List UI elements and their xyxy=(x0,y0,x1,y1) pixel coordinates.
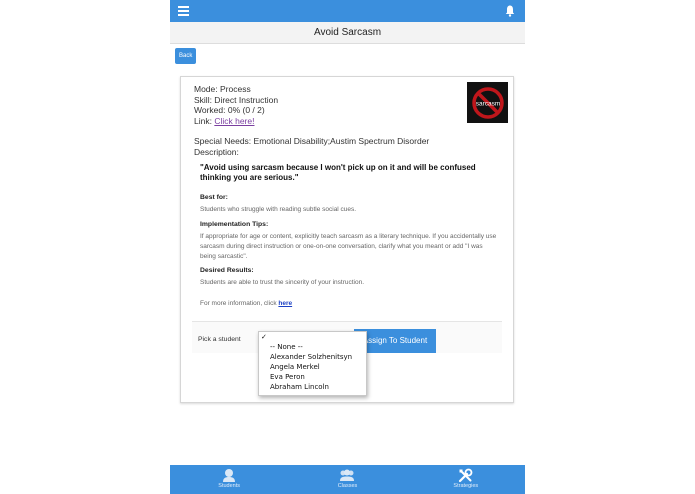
description-label: Description: xyxy=(194,146,239,157)
nav-classes-label: Classes xyxy=(337,483,358,489)
no-sarcasm-icon: sarcasm xyxy=(471,86,504,119)
student-option[interactable]: Eva Peron xyxy=(259,372,366,382)
special-needs-text: Special Needs: Emotional Disability;Aust… xyxy=(194,136,430,146)
more-info-row: For more information, click here xyxy=(200,299,500,309)
desired-results-heading: Desired Results: xyxy=(200,267,254,274)
mode-text: Mode: Process xyxy=(194,84,251,94)
thumbnail-text: sarcasm xyxy=(475,100,500,107)
nav-strategies[interactable]: Strategies xyxy=(426,465,506,494)
more-info-text: For more information, click xyxy=(200,300,279,307)
student-option[interactable]: Abraham Lincoln xyxy=(259,382,366,392)
student-icon xyxy=(223,469,236,482)
bell-icon[interactable] xyxy=(505,5,515,17)
strategy-quote: "Avoid using sarcasm because I won't pic… xyxy=(200,163,476,182)
implementation-heading: Implementation Tips: xyxy=(200,221,269,228)
nav-students[interactable]: Students xyxy=(189,465,269,494)
classes-icon xyxy=(340,469,355,481)
nav-strategies-label: Strategies xyxy=(453,483,479,489)
desired-results-text: Students are able to trust the sincerity… xyxy=(200,279,365,286)
strategy-meta: Mode: Process Skill: Direct Instruction … xyxy=(194,84,278,126)
best-for-heading: Best for: xyxy=(200,194,228,201)
student-option[interactable]: Alexander Solzhenitsyn xyxy=(259,352,366,362)
needs-block: Special Needs: Emotional Disability;Aust… xyxy=(194,136,504,157)
strategy-card: Mode: Process Skill: Direct Instruction … xyxy=(180,76,514,403)
page-title: Avoid Sarcasm xyxy=(170,22,525,44)
best-for-text: Students who struggle with reading subtl… xyxy=(200,206,357,213)
selected-checkmark: ✓ xyxy=(261,333,267,341)
app-frame: Avoid Sarcasm Back Mode: Process Skill: … xyxy=(170,0,525,494)
bottom-nav: Students Classes Strategies xyxy=(170,465,525,494)
student-option[interactable]: Angela Merkel xyxy=(259,362,366,372)
worked-text: Worked: 0% (0 / 2) xyxy=(194,105,265,115)
back-button[interactable]: Back xyxy=(175,48,197,64)
link-row: Link: Click here! xyxy=(194,116,278,127)
more-info-link[interactable]: here xyxy=(278,300,292,307)
nav-classes[interactable]: Classes xyxy=(307,465,387,494)
top-bar xyxy=(170,0,525,22)
student-select-dropdown[interactable]: ✓ -- None -- Alexander Solzhenitsyn Ange… xyxy=(258,331,367,396)
strategy-thumbnail: sarcasm xyxy=(467,82,508,123)
pick-student-label: Pick a student xyxy=(198,336,241,343)
student-option[interactable]: -- None -- xyxy=(259,342,366,352)
nav-students-label: Students xyxy=(218,483,241,489)
link-prefix: Link: xyxy=(194,115,215,126)
implementation-text: If appropriate for age or content, expli… xyxy=(200,233,497,260)
menu-icon[interactable] xyxy=(178,6,189,16)
tools-icon xyxy=(459,468,473,483)
skill-text: Skill: Direct Instruction xyxy=(194,94,279,105)
click-here-link[interactable]: Click here! xyxy=(214,116,254,126)
